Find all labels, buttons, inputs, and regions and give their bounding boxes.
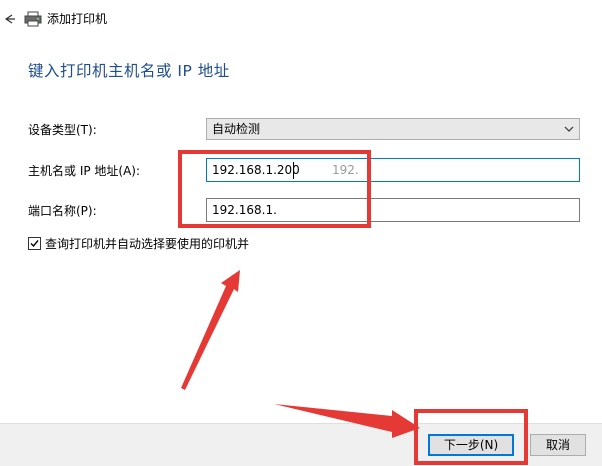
dialog-footer: 下一步(N) 取消 <box>0 423 602 466</box>
port-name-input[interactable]: 192.168.1. <box>206 198 580 222</box>
page-title: 键入打印机主机名或 IP 地址 <box>28 62 230 80</box>
printer-icon <box>24 11 42 27</box>
next-button[interactable]: 下一步(N) <box>428 434 514 456</box>
port-name-label: 端口名称(P): <box>28 204 97 218</box>
hostname-input[interactable]: 192.168.1.200 192. <box>206 158 580 182</box>
title-bar: 添加打印机 <box>0 0 602 40</box>
hostname-label: 主机名或 IP 地址(A): <box>28 164 141 178</box>
chevron-down-icon <box>564 126 574 132</box>
device-type-select[interactable]: 自动检测 <box>206 118 580 140</box>
annotation-arrow <box>181 270 240 390</box>
port-name-value: 192.168.1. <box>212 203 277 217</box>
query-printer-checkbox[interactable] <box>28 237 41 250</box>
window-title: 添加打印机 <box>47 12 108 26</box>
device-type-value: 自动检测 <box>212 122 261 136</box>
add-printer-dialog: 添加打印机 键入打印机主机名或 IP 地址 设备类型(T): 自动检测 主机名或… <box>0 0 602 466</box>
text-caret <box>293 162 294 179</box>
back-arrow-icon[interactable] <box>2 9 16 29</box>
hostname-value: 192.168.1.200 <box>212 163 300 177</box>
query-printer-label: 查询打印机并自动选择要使用的印机并 <box>45 237 250 251</box>
hostname-ghost-text: 192. <box>332 163 359 177</box>
cancel-button[interactable]: 取消 <box>530 434 586 456</box>
device-type-label: 设备类型(T): <box>28 123 97 137</box>
checkmark-icon <box>30 240 39 248</box>
